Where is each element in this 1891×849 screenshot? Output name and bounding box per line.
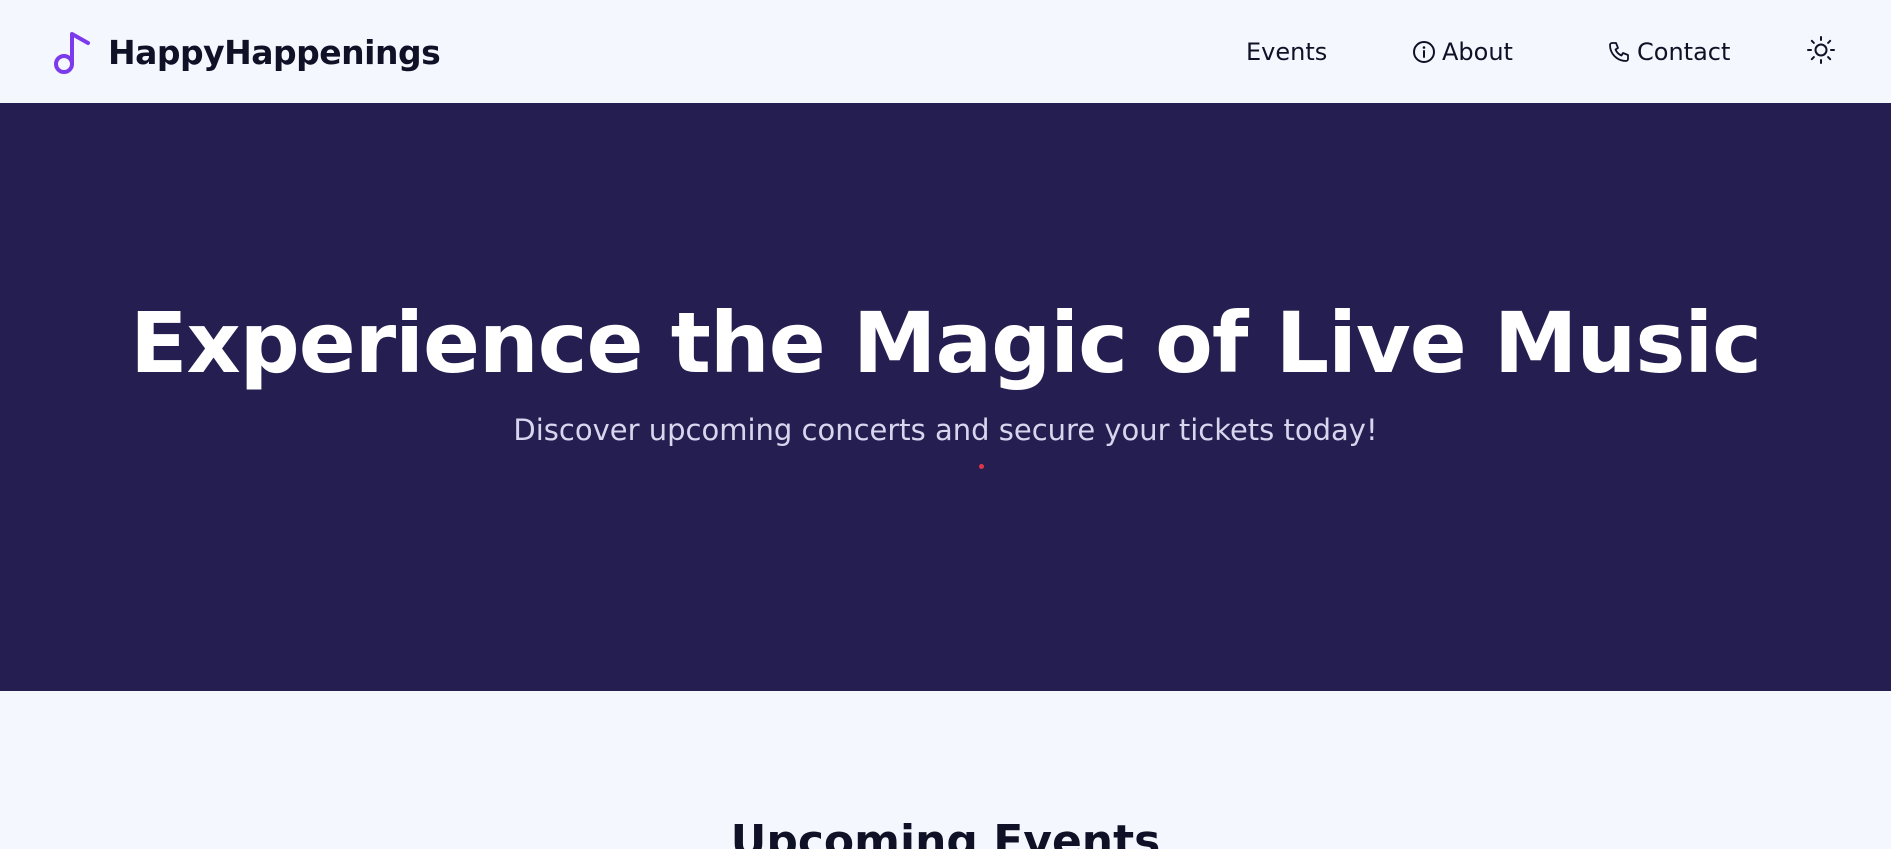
events-section: Upcoming Events (0, 691, 1891, 849)
navbar: HappyHappenings Events About Contact (0, 0, 1891, 103)
nav-item-contact[interactable]: Contact (1607, 34, 1730, 70)
theme-toggle-button[interactable] (1806, 35, 1836, 65)
hero-subtitle: Discover upcoming concerts and secure yo… (513, 413, 1378, 447)
hero-section: Experience the Magic of Live Music Disco… (0, 103, 1891, 691)
nav-item-label: Events (1246, 38, 1328, 66)
hero-indicator-dot (979, 464, 984, 469)
hero-title: Experience the Magic of Live Music (130, 294, 1762, 392)
nav-item-events[interactable]: Events (1246, 34, 1327, 70)
nav-item-label: Contact (1637, 38, 1731, 66)
events-title: Upcoming Events (730, 816, 1161, 849)
phone-icon (1607, 40, 1631, 64)
nav-links: Events About Contact (0, 34, 1891, 70)
nav-item-about[interactable]: About (1412, 34, 1513, 70)
sun-icon (1806, 36, 1836, 69)
nav-item-label: About (1442, 38, 1513, 66)
info-icon (1412, 40, 1436, 64)
